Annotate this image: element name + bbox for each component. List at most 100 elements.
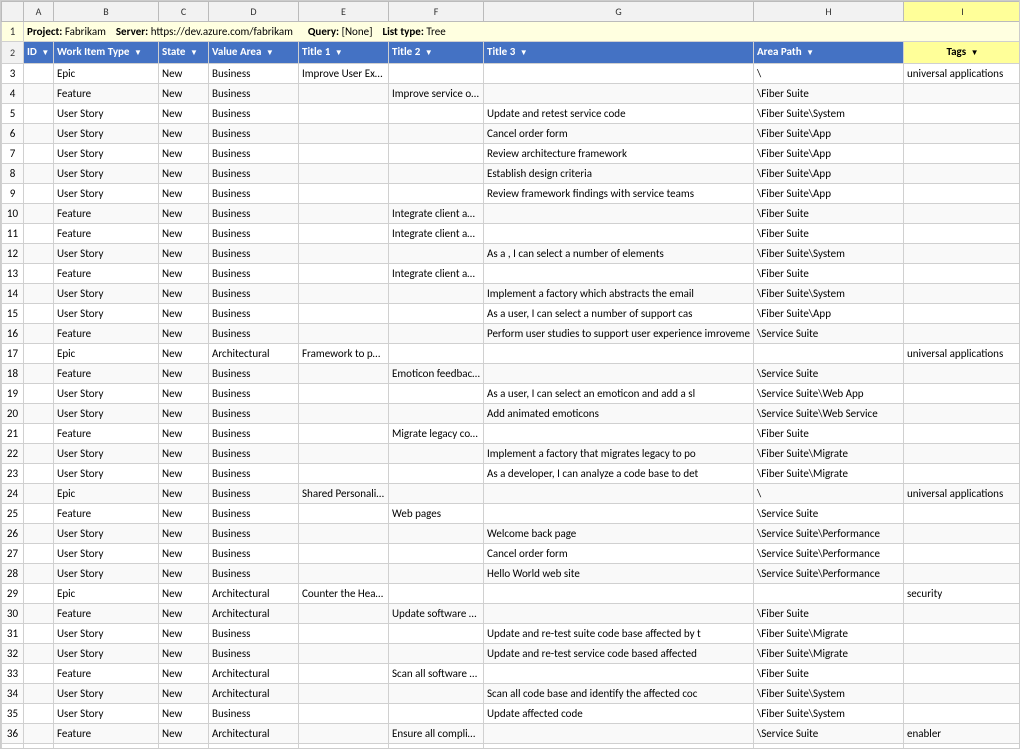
table-row[interactable]: 32 User Story New Business Update and re… [2, 644, 1020, 664]
cell-title2[interactable]: Migrate legacy code to portable framewor… [389, 424, 484, 444]
cell-title3[interactable]: Update and re-test service code based af… [484, 644, 754, 664]
cell-title2[interactable]: Improve service operations [389, 84, 484, 104]
col-header-value-area[interactable]: Value Area ▼ [209, 42, 299, 64]
cell-title2[interactable]: Integrate client app with IM clients [389, 204, 484, 224]
col-letter-a[interactable]: A [24, 2, 54, 22]
col-letter-f[interactable]: F [389, 2, 484, 22]
table-row[interactable]: 20 User Story New Business Add animated … [2, 404, 1020, 424]
cell-title3[interactable]: Review architecture framework [484, 144, 754, 164]
table-row[interactable]: 5 User Story New Business Update and ret… [2, 104, 1020, 124]
cell-title3[interactable]: As a developer, I can analyze a code bas… [484, 464, 754, 484]
col-tags-filter[interactable]: ▼ [971, 48, 979, 58]
table-row[interactable]: 9 User Story New Business Review framewo… [2, 184, 1020, 204]
table-row[interactable]: 19 User Story New Business As a user, I … [2, 384, 1020, 404]
cell-title2[interactable]: Scan all software for the Open SLL crypt… [389, 664, 484, 684]
table-row[interactable]: 33 Feature New Architectural Scan all so… [2, 664, 1020, 684]
cell-title3[interactable]: Review framework findings with service t… [484, 184, 754, 204]
cell-title3[interactable]: Establish design criteria [484, 164, 754, 184]
col-ap-filter[interactable]: ▼ [806, 48, 814, 58]
table-row[interactable]: 30 Feature New Architectural Update soft… [2, 604, 1020, 624]
col-letter-d[interactable]: D [209, 2, 299, 22]
col-letter-g[interactable]: G [484, 2, 754, 22]
table-row[interactable]: 4 Feature New Business Improve service o… [2, 84, 1020, 104]
cell-title3[interactable]: Update and re-test suite code base affec… [484, 624, 754, 644]
cell-title1[interactable]: Shared Personalization and State [299, 484, 389, 504]
table-row[interactable]: 18 Feature New Business Emoticon feedbac… [2, 364, 1020, 384]
table-row[interactable]: 37 Epic New Business Service interfaces … [2, 744, 1020, 749]
cell-title1[interactable]: Service interfaces to support REST API [299, 744, 389, 749]
table-row[interactable]: 35 User Story New Business Update affect… [2, 704, 1020, 724]
cell-title1[interactable]: Framework to port applications to all de… [299, 344, 389, 364]
cell-title2[interactable]: Web pages [389, 504, 484, 524]
table-row[interactable]: 22 User Story New Business Implement a f… [2, 444, 1020, 464]
table-row[interactable]: 3 Epic New Business Improve User Experie… [2, 64, 1020, 84]
cell-title3[interactable]: As a , I can select a number of elements [484, 244, 754, 264]
col-state-filter[interactable]: ▼ [190, 48, 198, 58]
cell-title3[interactable]: As a user, I can select an emoticon and … [484, 384, 754, 404]
cell-title1[interactable]: Improve User Experience [299, 64, 389, 84]
cell-title3[interactable]: Scan all code base and identify the affe… [484, 684, 754, 704]
col-letter-i[interactable]: I [904, 2, 1020, 22]
table-row[interactable]: 29 Epic New Architectural Counter the He… [2, 584, 1020, 604]
col-id-filter[interactable]: ▼ [41, 48, 49, 58]
col-t2-filter[interactable]: ▼ [425, 48, 433, 58]
cell-title2[interactable]: Emoticon feedback enabled in client appl… [389, 364, 484, 384]
col-header-state[interactable]: State ▼ [159, 42, 209, 64]
cell-title3[interactable]: Add animated emoticons [484, 404, 754, 424]
cell-title3[interactable]: As a user, I can select a number of supp… [484, 304, 754, 324]
table-row[interactable]: 12 User Story New Business As a , I can … [2, 244, 1020, 264]
table-row[interactable]: 21 Feature New Business Migrate legacy c… [2, 424, 1020, 444]
info-content: Project: Fabrikam Server: https://dev.az… [24, 22, 1020, 42]
cell-title3[interactable]: Hello World web site [484, 564, 754, 584]
table-row[interactable]: 28 User Story New Business Hello World w… [2, 564, 1020, 584]
cell-title3[interactable]: Implement a factory that migrates legacy… [484, 444, 754, 464]
cell-title1 [299, 704, 389, 724]
col-t1-filter[interactable]: ▼ [335, 48, 343, 58]
table-row[interactable]: 15 User Story New Business As a user, I … [2, 304, 1020, 324]
col-header-tags[interactable]: Tags ▼ [904, 42, 1020, 64]
table-row[interactable]: 27 User Story New Business Cancel order … [2, 544, 1020, 564]
cell-title3[interactable]: Update and retest service code [484, 104, 754, 124]
col-header-title2[interactable]: Title 2 ▼ [389, 42, 484, 64]
cell-tags: universal applications [904, 64, 1020, 84]
table-row[interactable]: 24 Epic New Business Shared Personalizat… [2, 484, 1020, 504]
col-va-filter[interactable]: ▼ [266, 48, 274, 58]
table-row[interactable]: 13 Feature New Business Integrate client… [2, 264, 1020, 284]
table-row[interactable]: 17 Epic New Architectural Framework to p… [2, 344, 1020, 364]
cell-title3[interactable]: Welcome back page [484, 524, 754, 544]
table-row[interactable]: 7 User Story New Business Review archite… [2, 144, 1020, 164]
cell-title3[interactable]: Cancel order form [484, 124, 754, 144]
cell-title2[interactable]: Integrate client application [389, 224, 484, 244]
col-letter-h[interactable]: H [754, 2, 904, 22]
cell-title2[interactable]: Update software to resolve the Open SLL … [389, 604, 484, 624]
cell-title3[interactable]: Implement a factory which abstracts the … [484, 284, 754, 304]
table-row[interactable]: 6 User Story New Business Cancel order f… [2, 124, 1020, 144]
table-row[interactable]: 26 User Story New Business Welcome back … [2, 524, 1020, 544]
table-row[interactable]: 34 User Story New Architectural Scan all… [2, 684, 1020, 704]
cell-area-path: \Service Suite\Web Service [754, 404, 904, 424]
col-header-id[interactable]: ID ▼ [24, 42, 54, 64]
table-row[interactable]: 36 Feature New Architectural Ensure all … [2, 724, 1020, 744]
col-t3-filter[interactable]: ▼ [520, 48, 528, 58]
col-header-title1[interactable]: Title 1 ▼ [299, 42, 389, 64]
table-row[interactable]: 23 User Story New Business As a develope… [2, 464, 1020, 484]
table-row[interactable]: 8 User Story New Business Establish desi… [2, 164, 1020, 184]
table-row[interactable]: 16 Feature New Business Perform user stu… [2, 324, 1020, 344]
col-header-area-path[interactable]: Area Path ▼ [754, 42, 904, 64]
cell-title1[interactable]: Counter the Heartbleed web security bug [299, 584, 389, 604]
table-row[interactable]: 10 Feature New Business Integrate client… [2, 204, 1020, 224]
table-row[interactable]: 11 Feature New Business Integrate client… [2, 224, 1020, 244]
cell-title2[interactable]: Integrate client application with popula… [389, 264, 484, 284]
col-letter-c[interactable]: C [159, 2, 209, 22]
col-letter-e[interactable]: E [299, 2, 389, 22]
col-header-work-item-type[interactable]: Work Item Type ▼ [54, 42, 159, 64]
cell-title3[interactable]: Update affected code [484, 704, 754, 724]
table-row[interactable]: 14 User Story New Business Implement a f… [2, 284, 1020, 304]
col-wit-filter[interactable]: ▼ [134, 48, 142, 58]
cell-title2[interactable]: Ensure all compliance requirements are m… [389, 724, 484, 744]
col-letter-b[interactable]: B [54, 2, 159, 22]
col-header-title3[interactable]: Title 3 ▼ [484, 42, 754, 64]
cell-title3[interactable]: Cancel order form [484, 544, 754, 564]
table-row[interactable]: 31 User Story New Business Update and re… [2, 624, 1020, 644]
table-row[interactable]: 25 Feature New Business Web pages \Servi… [2, 504, 1020, 524]
